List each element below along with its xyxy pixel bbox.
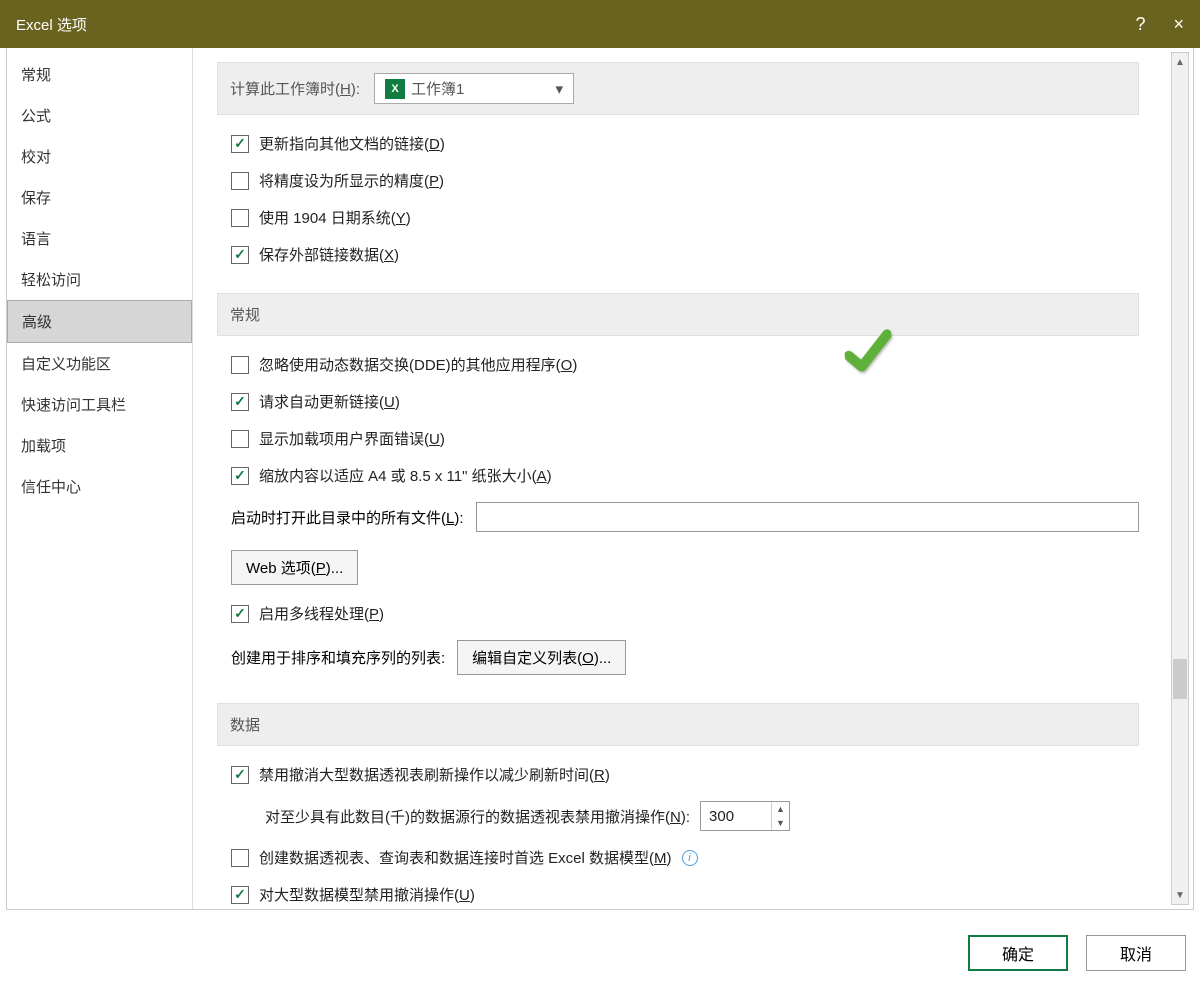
scroll-up-icon[interactable]: ▲ — [1172, 53, 1188, 71]
pivot-threshold-value: 300 — [709, 808, 734, 825]
sidebar-item-addins[interactable]: 加载项 — [7, 425, 192, 466]
scroll-thumb[interactable] — [1173, 659, 1187, 699]
startup-folder-row: 启动时打开此目录中的所有文件(L): — [231, 502, 1139, 532]
checkbox-icon — [231, 766, 249, 784]
sidebar-item-customize-ribbon[interactable]: 自定义功能区 — [7, 343, 192, 384]
checkbox-icon — [231, 135, 249, 153]
pivot-threshold-label: 对至少具有此数目(千)的数据源行的数据透视表禁用撤消操作(N): — [265, 806, 690, 827]
checkbox-icon — [231, 172, 249, 190]
sidebar-item-ease-of-access[interactable]: 轻松访问 — [7, 259, 192, 300]
chk-show-addin-errors[interactable]: 显示加载项用户界面错误(U) — [231, 428, 1139, 449]
info-icon[interactable]: i — [682, 850, 698, 866]
chk-scale-content[interactable]: 缩放内容以适应 A4 或 8.5 x 11" 纸张大小(A) — [231, 465, 1139, 486]
chk-1904-date[interactable]: 使用 1904 日期系统(Y) — [231, 207, 1139, 228]
custom-list-label: 创建用于排序和填充序列的列表: — [231, 647, 445, 668]
spinner-down-icon[interactable]: ▼ — [772, 816, 789, 830]
checkbox-icon — [231, 430, 249, 448]
chk-disable-undo-pivot[interactable]: 禁用撤消大型数据透视表刷新操作以减少刷新时间(R) — [231, 764, 1139, 785]
highlight-checkmark-icon — [843, 328, 896, 386]
chk-set-precision[interactable]: 将精度设为所显示的精度(P) — [231, 170, 1139, 191]
startup-folder-label: 启动时打开此目录中的所有文件(L): — [231, 507, 464, 528]
dialog-footer: 确定 取消 — [968, 935, 1186, 971]
sidebar-item-proofing[interactable]: 校对 — [7, 136, 192, 177]
scroll-down-icon[interactable]: ▼ — [1172, 886, 1188, 904]
checkbox-icon — [231, 849, 249, 867]
sidebar-item-trust-center[interactable]: 信任中心 — [7, 466, 192, 507]
sidebar-item-language[interactable]: 语言 — [7, 218, 192, 259]
web-options-button[interactable]: Web 选项(P)... — [231, 550, 358, 585]
checkbox-icon — [231, 393, 249, 411]
section-label: 计算此工作簿时(H): — [230, 78, 360, 99]
sidebar-item-advanced[interactable]: 高级 — [7, 300, 192, 343]
spinner-up-icon[interactable]: ▲ — [772, 802, 789, 816]
chk-ask-update-links[interactable]: 请求自动更新链接(U) — [231, 391, 1139, 412]
sidebar-item-general[interactable]: 常规 — [7, 54, 192, 95]
chk-update-links[interactable]: 更新指向其他文档的链接(D) — [231, 133, 1139, 154]
main-panel: 计算此工作簿时(H): X 工作簿1 ▾ 更新指向其他文档的链接(D) 将精度设… — [193, 48, 1193, 909]
chk-ignore-dde[interactable]: 忽略使用动态数据交换(DDE)的其他应用程序(O) — [231, 354, 1139, 375]
excel-file-icon: X — [385, 79, 405, 99]
sidebar: 常规 公式 校对 保存 语言 轻松访问 高级 自定义功能区 快速访问工具栏 加载… — [7, 48, 193, 909]
sidebar-item-formulas[interactable]: 公式 — [7, 95, 192, 136]
checkbox-icon — [231, 467, 249, 485]
close-icon[interactable]: × — [1173, 14, 1184, 35]
checkbox-icon — [231, 605, 249, 623]
checkbox-icon — [231, 886, 249, 904]
dialog-body: 常规 公式 校对 保存 语言 轻松访问 高级 自定义功能区 快速访问工具栏 加载… — [6, 48, 1194, 910]
edit-custom-lists-button[interactable]: 编辑自定义列表(O)... — [457, 640, 626, 675]
startup-folder-input[interactable] — [476, 502, 1139, 532]
help-icon[interactable]: ? — [1135, 14, 1145, 35]
title-text: Excel 选项 — [16, 14, 87, 35]
chk-save-external-link[interactable]: 保存外部链接数据(X) — [231, 244, 1139, 265]
chk-prefer-data-model[interactable]: 创建数据透视表、查询表和数据连接时首选 Excel 数据模型(M) i — [231, 847, 1139, 868]
sidebar-item-quick-access[interactable]: 快速访问工具栏 — [7, 384, 192, 425]
cancel-button[interactable]: 取消 — [1086, 935, 1186, 971]
custom-list-row: 创建用于排序和填充序列的列表: 编辑自定义列表(O)... — [231, 640, 1139, 675]
checkbox-icon — [231, 246, 249, 264]
chk-multithread[interactable]: 启用多线程处理(P) — [231, 603, 1139, 624]
checkbox-icon — [231, 356, 249, 374]
title-bar: Excel 选项 ? × — [0, 0, 1200, 48]
chevron-down-icon: ▾ — [555, 80, 563, 98]
sidebar-item-save[interactable]: 保存 — [7, 177, 192, 218]
row-pivot-threshold: 对至少具有此数目(千)的数据源行的数据透视表禁用撤消操作(N): 300 ▲▼ — [265, 801, 1139, 831]
workbook-dropdown[interactable]: X 工作簿1 ▾ — [374, 73, 574, 104]
chk-disable-undo-model[interactable]: 对大型数据模型禁用撤消操作(U) — [231, 884, 1139, 905]
section-header-data: 数据 — [217, 703, 1139, 746]
ok-button[interactable]: 确定 — [968, 935, 1068, 971]
workbook-dropdown-value: 工作簿1 — [411, 78, 464, 99]
checkbox-icon — [231, 209, 249, 227]
scrollbar[interactable]: ▲ ▼ — [1171, 52, 1189, 905]
pivot-threshold-spinner[interactable]: 300 ▲▼ — [700, 801, 790, 831]
section-header-workbook: 计算此工作簿时(H): X 工作簿1 ▾ — [217, 62, 1139, 115]
section-header-general: 常规 — [217, 293, 1139, 336]
